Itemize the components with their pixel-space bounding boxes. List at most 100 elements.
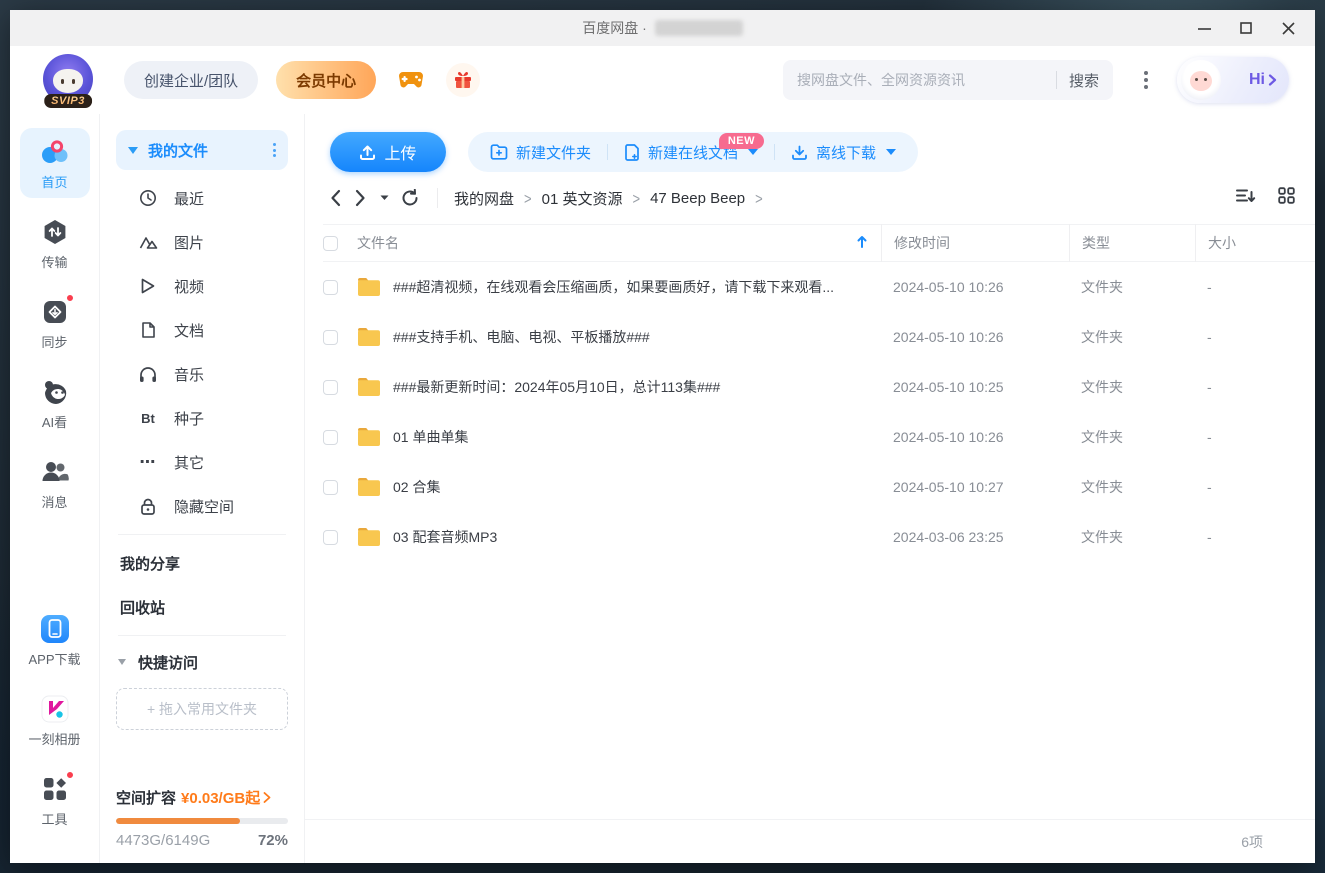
- sidebar-item-my-shares[interactable]: 我的分享: [116, 541, 288, 585]
- file-modified: 2024-05-10 10:26: [893, 279, 1004, 295]
- file-name[interactable]: 01 单曲单集: [393, 427, 881, 447]
- maximize-button[interactable]: [1225, 10, 1267, 46]
- minimize-button[interactable]: [1183, 10, 1225, 46]
- row-checkbox[interactable]: [323, 479, 338, 495]
- offline-download-label: 离线下载: [816, 144, 877, 162]
- file-name[interactable]: 02 合集: [393, 477, 881, 497]
- svip-badge-text: SVIP3: [51, 95, 85, 107]
- sidebar-divider: [118, 534, 286, 535]
- new-folder-button[interactable]: 新建文件夹: [490, 142, 591, 163]
- rail-item-sync[interactable]: 同步: [20, 288, 90, 358]
- search-button[interactable]: 搜索: [1069, 70, 1099, 91]
- sidebar-label-recent: 最近: [174, 190, 205, 208]
- rail-label-transfer: 传输: [41, 255, 68, 270]
- sidebar-item-images[interactable]: 图片: [116, 220, 288, 264]
- rail-label-sync: 同步: [41, 335, 68, 350]
- censored-username: [654, 20, 743, 36]
- offline-download-icon: [792, 145, 807, 160]
- rail-item-tools[interactable]: 工具: [20, 765, 90, 835]
- gift-icon[interactable]: [446, 63, 481, 97]
- row-checkbox[interactable]: [323, 379, 338, 395]
- file-name[interactable]: ###超清视频，在线观看会压缩画质，如果要画质好，请下载下来观看...: [393, 277, 881, 297]
- rail-item-messages[interactable]: 消息: [20, 448, 90, 518]
- table-row[interactable]: ###最新更新时间：2024年05月10日，总计113集### 2024-05-…: [323, 362, 1297, 412]
- row-checkbox[interactable]: [323, 279, 338, 295]
- rail-item-app-download[interactable]: APP下载: [20, 605, 90, 675]
- breadcrumb-item-root[interactable]: 我的网盘: [454, 188, 514, 209]
- member-center-button[interactable]: 会员中心: [276, 61, 377, 99]
- more-menu-icon[interactable]: [1129, 71, 1163, 89]
- game-center-icon[interactable]: [394, 63, 428, 97]
- sort-order-icon[interactable]: [1236, 188, 1256, 209]
- refresh-button[interactable]: [401, 189, 419, 207]
- file-type: 文件夹: [1081, 529, 1123, 545]
- search-divider: [1055, 71, 1057, 89]
- create-team-button[interactable]: 创建企业/团队: [124, 61, 259, 99]
- file-name[interactable]: 03 配套音频MP3: [393, 527, 881, 547]
- tools-icon: [40, 771, 74, 804]
- history-dropdown-icon[interactable]: [380, 195, 389, 201]
- my-files-label: 我的文件: [148, 142, 209, 160]
- file-name[interactable]: ###支持手机、电脑、电视、平板播放###: [393, 327, 881, 347]
- table-row[interactable]: ###超清视频，在线观看会压缩画质，如果要画质好，请下载下来观看... 2024…: [323, 262, 1297, 312]
- collapse-arrow-icon: [118, 659, 126, 665]
- sidebar-item-videos[interactable]: 视频: [116, 264, 288, 308]
- chevron-right-icon: [263, 792, 271, 803]
- sidebar-label-videos: 视频: [174, 278, 205, 296]
- storage-expand-link[interactable]: 空间扩容 ¥0.03/GB起: [116, 787, 288, 808]
- account-avatar[interactable]: SVIP3: [40, 54, 96, 108]
- rail-item-home[interactable]: 首页: [19, 128, 90, 198]
- column-header-type[interactable]: 类型: [1069, 224, 1195, 262]
- sidebar-item-documents[interactable]: 文档: [116, 308, 288, 352]
- storage-percent-text: 72%: [257, 832, 288, 849]
- app-download-icon: [40, 614, 70, 644]
- close-button[interactable]: [1267, 10, 1309, 46]
- breadcrumb-item[interactable]: 01 英文资源: [542, 188, 623, 209]
- drop-folder-zone[interactable]: + 拖入常用文件夹: [116, 688, 288, 730]
- table-row[interactable]: 03 配套音频MP3 2024-03-06 23:25 文件夹 -: [323, 512, 1297, 562]
- sidebar-item-torrents[interactable]: Bt 种子: [116, 396, 288, 440]
- row-checkbox[interactable]: [323, 429, 338, 445]
- rail-item-photo-album[interactable]: 一刻相册: [20, 685, 90, 755]
- title-bar: 百度网盘 ·: [10, 10, 1315, 46]
- offline-download-button[interactable]: 离线下载: [791, 142, 897, 163]
- user-profile-pill[interactable]: Hi: [1177, 57, 1289, 103]
- sort-ascending-icon[interactable]: [857, 235, 867, 251]
- table-row[interactable]: 01 单曲单集 2024-05-10 10:26 文件夹 -: [323, 412, 1297, 462]
- folder-icon: [357, 427, 393, 447]
- sidebar-my-files[interactable]: 我的文件: [116, 130, 288, 170]
- select-all-checkbox[interactable]: [323, 235, 338, 251]
- breadcrumb-item-current[interactable]: 47 Beep Beep: [650, 190, 745, 207]
- sidebar-item-recent[interactable]: 最近: [116, 176, 288, 220]
- table-row[interactable]: 02 合集 2024-05-10 10:27 文件夹 -: [323, 462, 1297, 512]
- breadcrumb: 我的网盘 > 01 英文资源 > 47 Beep Beep >: [454, 188, 763, 209]
- sidebar-item-hidden-space[interactable]: 隐藏空间: [116, 484, 288, 528]
- column-header-size[interactable]: 大小: [1195, 224, 1297, 262]
- sidebar-item-music[interactable]: 音乐: [116, 352, 288, 396]
- action-toolbar: 上传 新建文件夹 NEW 新建在线文档 离线下载: [305, 114, 1315, 172]
- create-team-label: 创建企业/团队: [144, 72, 239, 90]
- search-input[interactable]: [797, 72, 1044, 88]
- file-type: 文件夹: [1081, 429, 1123, 445]
- my-files-more-icon[interactable]: [273, 143, 276, 157]
- upload-button[interactable]: 上传: [330, 132, 446, 172]
- column-header-modified[interactable]: 修改时间: [881, 224, 1069, 262]
- sync-badge: [65, 294, 74, 302]
- transfer-icon: [40, 217, 70, 247]
- column-header-name[interactable]: 文件名: [357, 233, 399, 253]
- tools-badge: [65, 771, 74, 779]
- sidebar-quick-access[interactable]: 快捷访问: [116, 642, 288, 682]
- file-name[interactable]: ###最新更新时间：2024年05月10日，总计113集###: [393, 377, 881, 397]
- row-checkbox[interactable]: [323, 329, 338, 345]
- nav-back-button[interactable]: [330, 189, 341, 207]
- rail-item-transfer[interactable]: 传输: [20, 208, 90, 278]
- grid-view-icon[interactable]: [1278, 187, 1295, 209]
- file-size: -: [1207, 529, 1212, 545]
- row-checkbox[interactable]: [323, 529, 338, 545]
- sidebar-item-others[interactable]: ⋯ 其它: [116, 440, 288, 484]
- new-online-doc-button[interactable]: NEW 新建在线文档: [624, 132, 765, 163]
- rail-item-ai-view[interactable]: AI看: [20, 368, 90, 438]
- table-row[interactable]: ###支持手机、电脑、电视、平板播放### 2024-05-10 10:26 文…: [323, 312, 1297, 362]
- sidebar-item-recycle-bin[interactable]: 回收站: [116, 585, 288, 629]
- nav-forward-button[interactable]: [355, 189, 366, 207]
